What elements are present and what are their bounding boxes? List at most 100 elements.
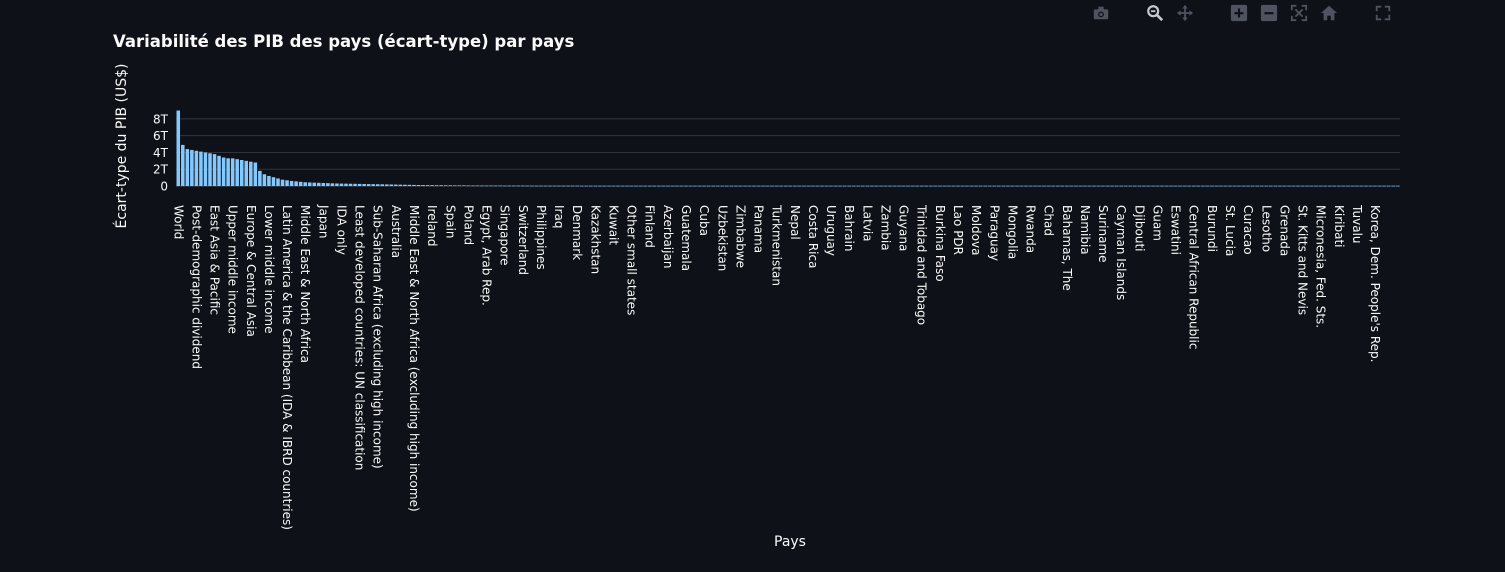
bar[interactable] bbox=[1391, 185, 1395, 187]
bar[interactable] bbox=[371, 184, 375, 186]
bar[interactable] bbox=[684, 185, 688, 187]
bar[interactable] bbox=[765, 185, 770, 187]
bar[interactable] bbox=[421, 185, 425, 186]
bar[interactable] bbox=[629, 185, 634, 187]
bar[interactable] bbox=[339, 183, 344, 186]
bar[interactable] bbox=[570, 185, 575, 187]
bar[interactable] bbox=[271, 177, 276, 186]
bar[interactable] bbox=[956, 185, 960, 187]
bar[interactable] bbox=[1350, 185, 1355, 187]
bar[interactable] bbox=[879, 185, 883, 187]
bar[interactable] bbox=[906, 185, 910, 187]
bar[interactable] bbox=[1309, 185, 1314, 187]
bar[interactable] bbox=[190, 149, 194, 186]
bar[interactable] bbox=[353, 183, 357, 186]
bar[interactable] bbox=[697, 185, 702, 187]
bar[interactable] bbox=[620, 185, 625, 187]
bar[interactable] bbox=[797, 185, 802, 187]
bar[interactable] bbox=[598, 185, 602, 187]
bar[interactable] bbox=[951, 185, 956, 187]
bar[interactable] bbox=[280, 179, 285, 186]
bar[interactable] bbox=[1223, 185, 1228, 187]
bar[interactable] bbox=[1214, 185, 1219, 187]
bar[interactable] bbox=[1155, 185, 1160, 187]
bar[interactable] bbox=[317, 182, 321, 186]
bar[interactable] bbox=[516, 185, 521, 187]
bar[interactable] bbox=[1327, 185, 1332, 187]
bar[interactable] bbox=[1386, 185, 1391, 187]
bar[interactable] bbox=[321, 182, 326, 186]
bar[interactable] bbox=[557, 185, 561, 187]
bar[interactable] bbox=[566, 185, 570, 187]
bar[interactable] bbox=[366, 184, 371, 186]
bar[interactable] bbox=[933, 185, 938, 187]
bar[interactable] bbox=[1228, 185, 1232, 187]
bar[interactable] bbox=[1164, 185, 1169, 187]
bar[interactable] bbox=[1083, 185, 1087, 187]
bar[interactable] bbox=[625, 185, 629, 187]
bar[interactable] bbox=[929, 185, 933, 187]
bar[interactable] bbox=[507, 185, 511, 187]
bar[interactable] bbox=[1092, 185, 1096, 187]
bar[interactable] bbox=[258, 170, 262, 186]
bar[interactable] bbox=[511, 185, 516, 187]
bar[interactable] bbox=[253, 162, 258, 186]
bar[interactable] bbox=[693, 185, 697, 187]
bar[interactable] bbox=[974, 185, 978, 187]
bar[interactable] bbox=[670, 185, 675, 187]
bar[interactable] bbox=[811, 185, 815, 187]
bar[interactable] bbox=[1373, 185, 1377, 187]
bar[interactable] bbox=[457, 185, 462, 187]
bar[interactable] bbox=[915, 185, 919, 187]
bar[interactable] bbox=[883, 185, 888, 187]
bar[interactable] bbox=[969, 185, 974, 187]
bar[interactable] bbox=[244, 160, 249, 186]
bar[interactable] bbox=[294, 181, 298, 186]
bar[interactable] bbox=[770, 185, 774, 187]
bar[interactable] bbox=[1028, 185, 1033, 187]
bar[interactable] bbox=[1314, 185, 1318, 187]
bar[interactable] bbox=[439, 185, 443, 186]
bar[interactable] bbox=[221, 157, 226, 186]
bar[interactable] bbox=[1146, 185, 1151, 187]
bar[interactable] bbox=[1037, 185, 1042, 187]
bar[interactable] bbox=[743, 185, 747, 187]
bar[interactable] bbox=[389, 184, 394, 186]
bar[interactable] bbox=[938, 185, 942, 187]
bar[interactable] bbox=[616, 185, 620, 187]
bar[interactable] bbox=[1169, 185, 1173, 187]
bar[interactable] bbox=[289, 180, 294, 186]
bar[interactable] bbox=[824, 185, 829, 187]
bar[interactable] bbox=[634, 185, 638, 187]
bar[interactable] bbox=[965, 185, 969, 187]
bar[interactable] bbox=[756, 185, 761, 187]
bar[interactable] bbox=[747, 185, 752, 187]
bar[interactable] bbox=[326, 183, 330, 186]
bar[interactable] bbox=[870, 185, 874, 187]
bar[interactable] bbox=[1033, 185, 1037, 187]
bar[interactable] bbox=[842, 185, 847, 187]
bar[interactable] bbox=[752, 185, 756, 187]
bar[interactable] bbox=[548, 185, 552, 187]
bar[interactable] bbox=[1377, 185, 1382, 187]
bar[interactable] bbox=[1337, 185, 1341, 187]
bar[interactable] bbox=[647, 185, 652, 187]
bar[interactable] bbox=[1210, 185, 1214, 187]
bar[interactable] bbox=[1178, 185, 1182, 187]
bar[interactable] bbox=[1191, 185, 1196, 187]
bar[interactable] bbox=[579, 185, 584, 187]
bar[interactable] bbox=[539, 185, 543, 187]
bar[interactable] bbox=[725, 185, 729, 187]
bar[interactable] bbox=[416, 184, 421, 186]
bar[interactable] bbox=[1395, 185, 1400, 187]
bar[interactable] bbox=[688, 185, 693, 187]
bar[interactable] bbox=[738, 185, 743, 187]
bar[interactable] bbox=[978, 185, 983, 187]
bar[interactable] bbox=[1296, 185, 1300, 187]
bar[interactable] bbox=[430, 185, 434, 186]
bar[interactable] bbox=[1355, 185, 1359, 187]
bar[interactable] bbox=[1046, 185, 1051, 187]
bar[interactable] bbox=[711, 185, 715, 187]
bar[interactable] bbox=[657, 185, 661, 187]
bar[interactable] bbox=[1300, 185, 1305, 187]
